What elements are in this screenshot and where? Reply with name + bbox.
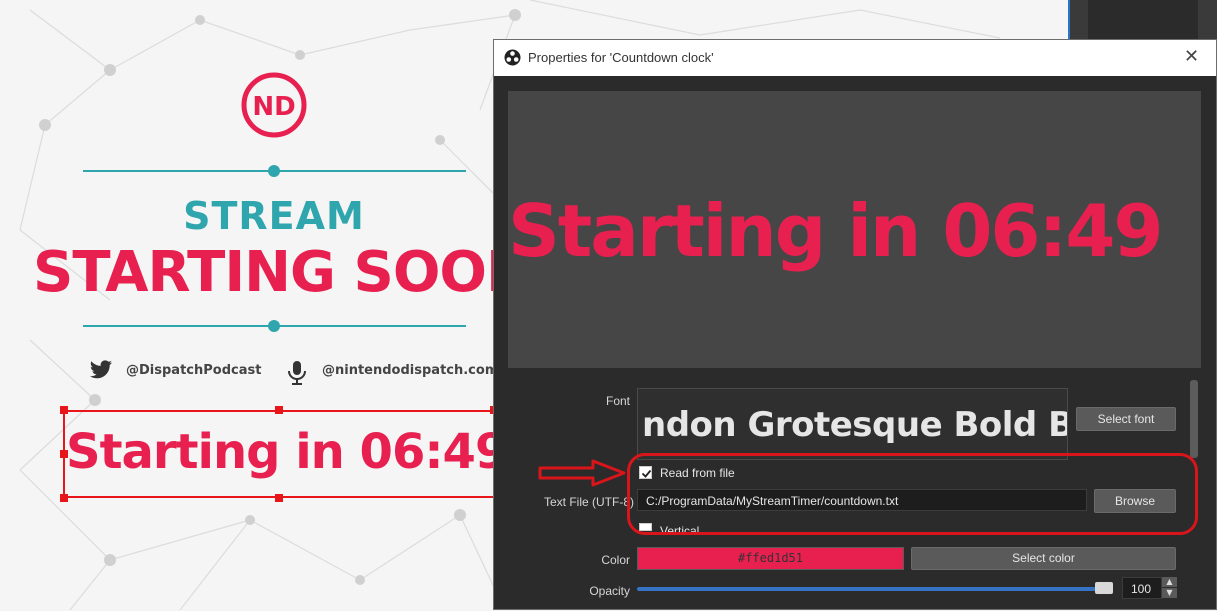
opacity-spin-buttons[interactable]: ▲ ▼: [1162, 577, 1177, 599]
opacity-slider-track[interactable]: [637, 587, 1111, 591]
starting-soon-heading: STARTING SOON: [33, 240, 533, 305]
twitter-icon: [90, 360, 112, 379]
font-label: Font: [605, 394, 630, 408]
color-label: Color: [601, 553, 630, 567]
resize-handle[interactable]: [60, 406, 68, 414]
dialog-title: Properties for 'Countdown clock': [528, 50, 714, 65]
select-font-button[interactable]: Select font: [1076, 407, 1176, 431]
opacity-label: Opacity: [589, 584, 630, 598]
svg-text:ND: ND: [252, 92, 295, 122]
preview-countdown-text: Starting in 06:49: [508, 189, 1164, 273]
annotation-arrow-icon: [538, 459, 626, 487]
twitter-handle-text: @DispatchPodcast: [126, 363, 262, 378]
website-text: @nintendodispatch.com: [322, 363, 499, 378]
resize-handle[interactable]: [60, 494, 68, 502]
divider-bottom: [83, 320, 466, 332]
properties-preview: Starting in 06:49: [508, 91, 1201, 368]
source-selection-box[interactable]: [63, 410, 495, 498]
font-preview-text: ndon Grotesque Bold B: [642, 405, 1068, 445]
nd-logo: ND: [241, 72, 307, 138]
stream-heading: STREAM: [183, 194, 365, 238]
resize-handle[interactable]: [275, 406, 283, 414]
font-preview: ndon Grotesque Bold B: [637, 388, 1068, 460]
resize-handle[interactable]: [60, 450, 68, 458]
divider-top: [83, 165, 466, 177]
select-color-button[interactable]: Select color: [911, 547, 1176, 570]
microphone-icon: [288, 361, 306, 385]
chevron-down-icon[interactable]: ▼: [1162, 588, 1177, 598]
scrollbar-thumb[interactable]: [1190, 380, 1198, 458]
dialog-titlebar[interactable]: Properties for 'Countdown clock' ✕: [494, 40, 1216, 76]
resize-handle[interactable]: [275, 494, 283, 502]
opacity-spinbox[interactable]: 100: [1122, 577, 1162, 599]
text-file-label: Text File (UTF-8): [544, 495, 634, 509]
opacity-slider-thumb[interactable]: [1095, 582, 1113, 594]
annotation-highlight: [627, 453, 1198, 535]
obs-icon: [504, 49, 521, 66]
chevron-up-icon[interactable]: ▲: [1162, 577, 1177, 587]
color-swatch: #ffed1d51: [637, 547, 904, 570]
dock-panel-edge: [1068, 0, 1217, 40]
close-icon[interactable]: ✕: [1184, 48, 1202, 66]
